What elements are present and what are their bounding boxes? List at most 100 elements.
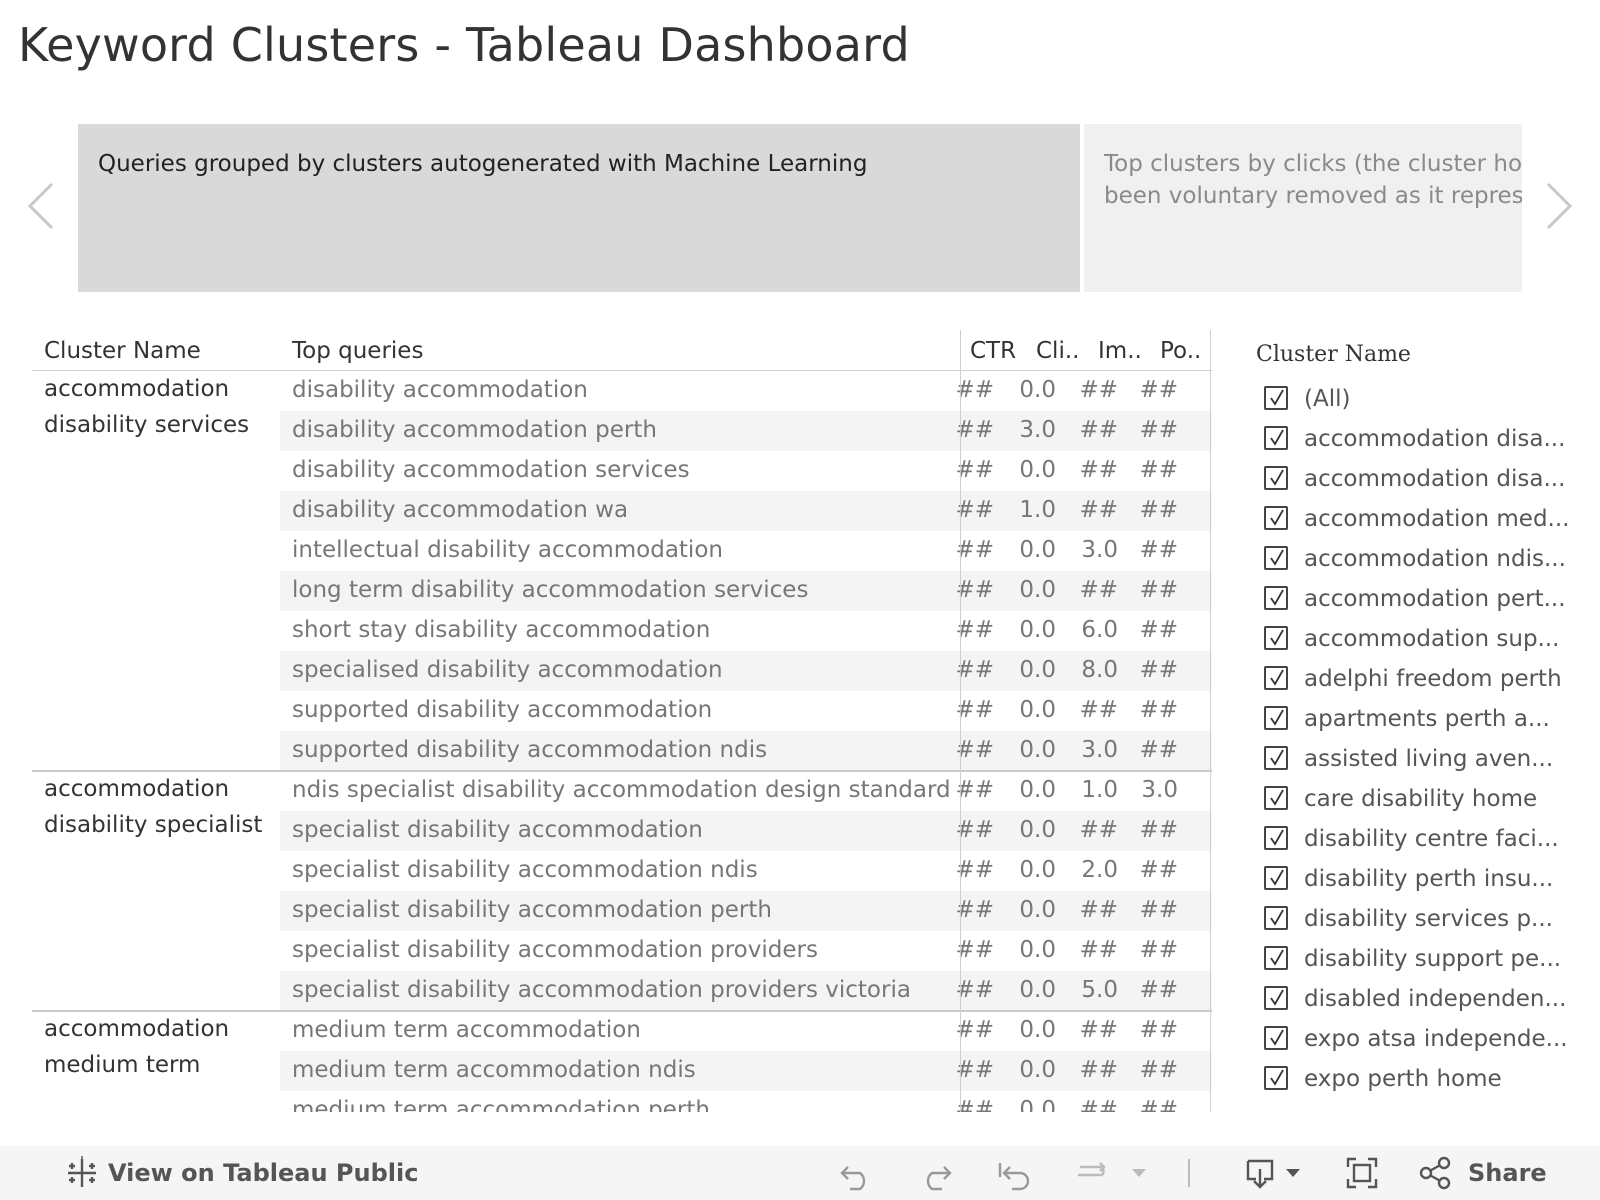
impressions-cell: ## [1079, 1017, 1118, 1043]
filter-item[interactable]: apartments perth a... [1262, 700, 1582, 740]
filter-item[interactable]: disability perth insu... [1262, 860, 1582, 900]
checkbox-checked-icon[interactable] [1264, 1066, 1288, 1090]
filter-item[interactable]: accommodation ndis... [1262, 540, 1582, 580]
checkbox-checked-icon[interactable] [1264, 906, 1288, 930]
checkbox-checked-icon[interactable] [1264, 986, 1288, 1010]
checkbox-checked-icon[interactable] [1264, 426, 1288, 450]
filter-item[interactable]: disabled independen... [1262, 980, 1582, 1020]
checkbox-checked-icon[interactable] [1264, 786, 1288, 810]
clicks-cell: 0.0 [1019, 657, 1056, 683]
table-header: Cluster Name Top queries CTR Cli.. Im.. … [32, 330, 1212, 370]
undo-button[interactable] [836, 1146, 876, 1200]
table-row[interactable]: disability accommodation services ## 0.0 ##… [280, 451, 1212, 491]
undo-icon [840, 1166, 866, 1191]
checkbox-checked-icon[interactable] [1264, 946, 1288, 970]
query-cell: specialist disability accommodation pert… [292, 897, 772, 923]
story-prev-arrow-icon[interactable] [22, 176, 62, 236]
table-row[interactable]: medium term accommodation ## 0.0 ## ## [280, 1011, 1212, 1051]
table-row[interactable]: supported disability accommodation ## 0.0 #… [280, 691, 1212, 731]
filter-item[interactable]: disability services p... [1262, 900, 1582, 940]
header-impressions[interactable]: Im.. [1098, 338, 1142, 364]
checkbox-checked-icon[interactable] [1264, 506, 1288, 530]
cluster-name-line2: disability services [44, 412, 250, 438]
story-point-text-line2: been voluntary removed as it represe [1104, 183, 1522, 209]
table-row[interactable]: intellectual disability accommodation ## 0… [280, 531, 1212, 571]
checkbox-checked-icon[interactable] [1264, 386, 1288, 410]
share-icon [1419, 1156, 1451, 1190]
query-cell: disability accommodation wa [292, 497, 629, 523]
tableau-logo-icon [64, 1155, 100, 1191]
checkbox-checked-icon[interactable] [1264, 706, 1288, 730]
share-button[interactable]: Share [1418, 1146, 1547, 1200]
filter-item[interactable]: expo perth home [1262, 1060, 1582, 1100]
filter-item[interactable]: accommodation pert... [1262, 580, 1582, 620]
table-row[interactable]: specialist disability accommodation ndis… [280, 851, 1212, 891]
table-row[interactable]: ndis specialist disability accommodation… [280, 771, 1212, 811]
filter-item[interactable]: expo atsa independe... [1262, 1020, 1582, 1060]
checkbox-checked-icon[interactable] [1264, 626, 1288, 650]
table-row[interactable]: medium term accommodation ndis ## 0.0 ## ## [280, 1051, 1212, 1091]
table-row[interactable]: specialised disability accommodation ## 0.… [280, 651, 1212, 691]
filter-item[interactable]: disability centre faci... [1262, 820, 1582, 860]
header-clicks[interactable]: Cli.. [1036, 338, 1079, 364]
ctr-cell: ## [955, 417, 994, 443]
cluster-name-line1: accommodation [44, 776, 230, 802]
ctr-cell: ## [955, 577, 994, 603]
table-row[interactable]: medium term accommodation perth ## 0.0 ## ## [280, 1091, 1212, 1112]
filter-item[interactable]: accommodation med... [1262, 500, 1582, 540]
table-row[interactable]: specialist disability accommodation prov… [280, 971, 1212, 1011]
header-cluster-name[interactable]: Cluster Name [44, 338, 201, 364]
ctr-cell: ## [955, 537, 994, 563]
story-next-arrow-icon[interactable] [1538, 176, 1578, 236]
table-row[interactable]: specialist disability accommodation ## 0.0… [280, 811, 1212, 851]
checkbox-checked-icon[interactable] [1264, 746, 1288, 770]
checkbox-checked-icon[interactable] [1264, 866, 1288, 890]
header-position[interactable]: Po.. [1160, 338, 1201, 364]
checkbox-checked-icon[interactable] [1264, 666, 1288, 690]
story-point-next[interactable]: Top clusters by clicks (the cluster hold… [1084, 124, 1522, 292]
fullscreen-button[interactable] [1342, 1146, 1382, 1200]
table-row[interactable]: supported disability accommodation ndis #… [280, 731, 1212, 771]
position-cell: ## [1139, 377, 1178, 403]
table-row[interactable]: disability accommodation wa ## 1.0 ## ## [280, 491, 1212, 531]
filter-item[interactable]: disability support pe... [1262, 940, 1582, 980]
refresh-button[interactable] [1070, 1146, 1110, 1200]
filter-item[interactable]: adelphi freedom perth [1262, 660, 1582, 700]
cluster-name-line1: accommodation [44, 1016, 230, 1042]
filter-item-label: accommodation disa... [1304, 426, 1566, 452]
toolbar-separator [1188, 1146, 1190, 1200]
header-ctr[interactable]: CTR [970, 338, 1016, 364]
position-cell: ## [1139, 617, 1178, 643]
impressions-cell: ## [1079, 497, 1118, 523]
redo-button[interactable] [916, 1146, 956, 1200]
cluster-name-cell: accommodation medium term [44, 1011, 229, 1083]
checkbox-checked-icon[interactable] [1264, 586, 1288, 610]
filter-item[interactable]: accommodation disa... [1262, 460, 1582, 500]
clicks-cell: 0.0 [1019, 937, 1056, 963]
ctr-cell: ## [955, 1097, 994, 1112]
revert-button[interactable] [994, 1146, 1034, 1200]
checkbox-checked-icon[interactable] [1264, 826, 1288, 850]
impressions-cell: ## [1079, 457, 1118, 483]
pause-dropdown-button[interactable] [1130, 1146, 1148, 1200]
checkbox-checked-icon[interactable] [1264, 546, 1288, 570]
view-on-tableau-public-link[interactable]: View on Tableau Public [64, 1146, 418, 1200]
table-row[interactable]: short stay disability accommodation ## 0.0… [280, 611, 1212, 651]
header-top-queries[interactable]: Top queries [292, 338, 423, 364]
download-button[interactable] [1240, 1146, 1302, 1200]
checkbox-checked-icon[interactable] [1264, 1026, 1288, 1050]
table-row[interactable]: disability accommodation ## 0.0 ## ## [280, 371, 1212, 411]
story-point-active[interactable]: Queries grouped by clusters autogenerate… [78, 124, 1080, 292]
filter-item[interactable]: care disability home [1262, 780, 1582, 820]
checkbox-checked-icon[interactable] [1264, 466, 1288, 490]
group-divider [32, 1010, 1212, 1012]
table-row[interactable]: specialist disability accommodation pert… [280, 891, 1212, 931]
table-row[interactable]: specialist disability accommodation prov… [280, 931, 1212, 971]
table-row[interactable]: long term disability accommodation servi… [280, 571, 1212, 611]
filter-item[interactable]: accommodation disa... [1262, 420, 1582, 460]
ctr-cell: ## [955, 857, 994, 883]
table-row[interactable]: disability accommodation perth ## 3.0 ## ## [280, 411, 1212, 451]
filter-item[interactable]: assisted living aven... [1262, 740, 1582, 780]
filter-item[interactable]: accommodation sup... [1262, 620, 1582, 660]
filter-item[interactable]: (All) [1262, 380, 1582, 420]
